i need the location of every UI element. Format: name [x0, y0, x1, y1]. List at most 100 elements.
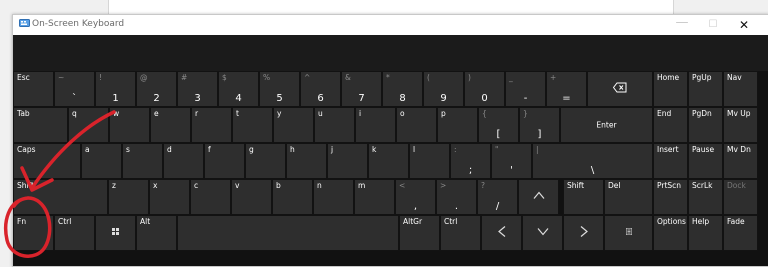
key-m[interactable]: m — [354, 179, 395, 215]
key-period[interactable]: >. — [436, 179, 477, 215]
key-windows[interactable] — [95, 215, 136, 251]
key-backtick[interactable]: ~ ` — [54, 71, 95, 107]
key-end[interactable]: End — [653, 107, 688, 143]
maximize-button[interactable]: ☐ — [698, 15, 728, 35]
key-slash[interactable]: ? / — [477, 179, 518, 215]
key-equals[interactable]: + = — [546, 71, 587, 107]
key-n[interactable]: n — [313, 179, 354, 215]
key-ctrl-left[interactable]: Ctrl — [54, 215, 95, 251]
key-altgr[interactable]: AltGr — [399, 215, 440, 251]
key-k[interactable]: k — [368, 143, 409, 179]
key-pgup[interactable]: PgUp — [688, 71, 723, 107]
key-quote[interactable]: " ' — [491, 143, 532, 179]
key-space[interactable] — [177, 215, 399, 251]
key-label: f — [208, 145, 211, 154]
key-label: End — [657, 109, 672, 118]
key-esc[interactable]: Esc — [13, 71, 54, 107]
key-2[interactable]: @2 — [136, 71, 177, 107]
key-e[interactable]: e — [150, 107, 191, 143]
key-backslash[interactable]: | \ — [532, 143, 653, 179]
key-shift-label: _ — [509, 73, 513, 82]
key-w[interactable]: w — [109, 107, 150, 143]
key-p[interactable]: p — [437, 107, 478, 143]
key-mvup[interactable]: Mv Up — [723, 107, 758, 143]
key-c[interactable]: c — [190, 179, 231, 215]
key-close-bracket[interactable]: }] — [519, 107, 560, 143]
key-h[interactable]: h — [286, 143, 327, 179]
key-shift-label: ) — [468, 73, 471, 82]
key-q[interactable]: q — [68, 107, 109, 143]
key-home[interactable]: Home — [653, 71, 688, 107]
key-i[interactable]: i — [355, 107, 396, 143]
key-main-label: 8 — [399, 93, 406, 104]
key-7[interactable]: & 7 — [341, 71, 382, 107]
key-5[interactable]: % 5 — [259, 71, 300, 107]
key-semicolon[interactable]: :; — [450, 143, 491, 179]
key-j[interactable]: j — [327, 143, 368, 179]
key-del[interactable]: Del — [604, 179, 653, 215]
key-insert[interactable]: Insert — [653, 143, 688, 179]
key-arrow-down[interactable] — [522, 215, 563, 251]
key-prtscn[interactable]: PrtScn — [653, 179, 688, 215]
key-arrow-up[interactable] — [518, 179, 559, 215]
key-d[interactable]: d — [163, 143, 204, 179]
key-shift-left[interactable]: Shift — [13, 179, 108, 215]
title-bar[interactable]: On-Screen Keyboard — ☐ ✕ — [13, 15, 768, 35]
key-f[interactable]: f — [204, 143, 245, 179]
key-u[interactable]: u — [314, 107, 355, 143]
key-ctrl-right[interactable]: Ctrl — [440, 215, 481, 251]
key-mvdn[interactable]: Mv Dn — [723, 143, 758, 179]
key-scrlk[interactable]: ScrLk — [688, 179, 723, 215]
key-6[interactable]: ^ 6 — [300, 71, 341, 107]
key-comma[interactable]: <, — [395, 179, 436, 215]
key-alt[interactable]: Alt — [136, 215, 177, 251]
key-l[interactable]: l — [409, 143, 450, 179]
key-menu[interactable] — [604, 215, 653, 251]
key-open-bracket[interactable]: {[ — [478, 107, 519, 143]
key-v[interactable]: v — [231, 179, 272, 215]
key-main-label: ; — [468, 165, 473, 176]
key-b[interactable]: b — [272, 179, 313, 215]
key-backspace[interactable] — [587, 71, 653, 107]
key-g[interactable]: g — [245, 143, 286, 179]
key-caps[interactable]: Caps — [13, 143, 81, 179]
key-9[interactable]: (9 — [423, 71, 464, 107]
key-arrow-right[interactable] — [563, 215, 604, 251]
key-t[interactable]: t — [232, 107, 273, 143]
key-shift-label: & — [345, 73, 351, 82]
key-shift-right[interactable]: Shift — [563, 179, 604, 215]
key-0[interactable]: ) 0 — [464, 71, 505, 107]
key-label: Mv Dn — [727, 145, 751, 154]
key-s[interactable]: s — [122, 143, 163, 179]
window-title: On-Screen Keyboard — [32, 19, 125, 29]
key-options[interactable]: Options — [653, 215, 688, 251]
key-3[interactable]: #3 — [177, 71, 218, 107]
key-1[interactable]: ! 1 — [95, 71, 136, 107]
key-8[interactable]: * 8 — [382, 71, 423, 107]
key-y[interactable]: y — [273, 107, 314, 143]
key-pause[interactable]: Pause — [688, 143, 723, 179]
key-label: e — [154, 109, 159, 118]
key-o[interactable]: o — [396, 107, 437, 143]
key-main-label: ' — [510, 165, 513, 176]
key-arrow-left[interactable] — [481, 215, 522, 251]
key-pgdn[interactable]: PgDn — [688, 107, 723, 143]
key-fn[interactable]: Fn — [13, 215, 54, 251]
key-enter[interactable]: Enter — [560, 107, 653, 143]
key-minus[interactable]: _ - — [505, 71, 546, 107]
key-help[interactable]: Help — [688, 215, 723, 251]
key-shift-label: % — [263, 73, 271, 82]
key-dock[interactable]: Dock — [723, 179, 758, 215]
key-fade[interactable]: Fade — [723, 215, 758, 251]
key-shift-label: " — [495, 145, 499, 154]
key-z[interactable]: z — [108, 179, 149, 215]
key-x[interactable]: x — [149, 179, 190, 215]
key-main-label: [ — [496, 129, 501, 140]
key-nav[interactable]: Nav — [723, 71, 758, 107]
minimize-button[interactable]: — — [667, 15, 697, 35]
key-r[interactable]: r — [191, 107, 232, 143]
close-button[interactable]: ✕ — [729, 15, 759, 35]
key-tab[interactable]: Tab — [13, 107, 68, 143]
key-4[interactable]: $4 — [218, 71, 259, 107]
key-a[interactable]: a — [81, 143, 122, 179]
